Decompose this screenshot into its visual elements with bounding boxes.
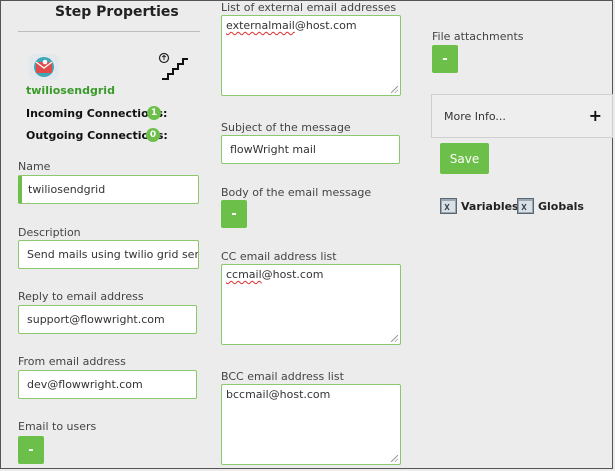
reply-to-input[interactable]: support@flowwright.com [18,305,197,334]
name-label: Name [18,160,51,173]
cc-label: CC email address list [221,250,337,263]
bcc-textarea[interactable]: bccmail@host.com [221,384,401,465]
bcc-value: bccmail@host.com [226,388,331,401]
resize-grip-icon[interactable] [391,455,398,462]
subject-input[interactable]: flowWright mail [221,135,400,164]
cc-value-part1: ccmail [226,268,262,281]
plus-icon[interactable]: + [589,108,602,124]
bcc-label: BCC email address list [221,370,344,383]
description-label: Description [18,226,81,239]
step-name: twiliosendgrid [26,84,115,97]
variables-icon [440,198,457,214]
cc-value-part2: @host.com [261,268,324,281]
name-input[interactable]: twiliosendgrid [18,175,199,204]
reply-to-label: Reply to email address [18,290,144,303]
more-info-label: More Info... [444,109,506,123]
from-input[interactable]: dev@flowwright.com [18,370,197,399]
from-value: dev@flowwright.com [27,378,143,391]
external-emails-value-part1: externalmail [226,19,295,32]
name-value: twiliosendgrid [28,183,106,196]
body-label: Body of the email message [221,186,372,199]
variables-label: Variables [461,199,519,213]
more-info-panel[interactable]: More Info... + [431,94,613,138]
external-emails-textarea[interactable]: externalmail@host.com [221,15,401,96]
resize-grip-icon[interactable] [391,335,398,342]
email-to-users-label: Email to users [18,420,97,433]
variables-button[interactable]: Variables [440,198,519,214]
external-emails-value-part2: @host.com [294,19,357,32]
globals-button[interactable]: Globals [517,198,584,214]
incoming-count-badge: 1 [147,106,161,120]
external-emails-label: List of external email addresses [221,1,397,14]
reply-to-value: support@flowwright.com [27,313,165,326]
description-input[interactable]: Send mails using twilio grid service [18,240,199,269]
globals-icon [517,198,534,214]
description-value: Send mails using twilio grid service [27,248,199,261]
outgoing-count-badge: 0 [146,128,160,142]
save-button[interactable]: Save [440,143,489,174]
subject-label: Subject of the message [221,121,351,134]
resize-grip-icon[interactable] [391,86,398,93]
subject-value: flowWright mail [230,143,316,156]
page-title: Step Properties [55,4,179,20]
cc-textarea[interactable]: ccmail@host.com [221,264,401,345]
title-divider [18,31,200,32]
step-stairs-icon [156,52,190,82]
file-attachments-button[interactable]: - [432,45,458,73]
file-attachments-label: File attachments [432,30,524,43]
envelope-icon [28,53,60,81]
from-label: From email address [18,355,126,368]
email-to-users-button[interactable]: - [18,436,44,464]
globals-label: Globals [538,199,584,213]
body-edit-button[interactable]: - [221,200,247,228]
